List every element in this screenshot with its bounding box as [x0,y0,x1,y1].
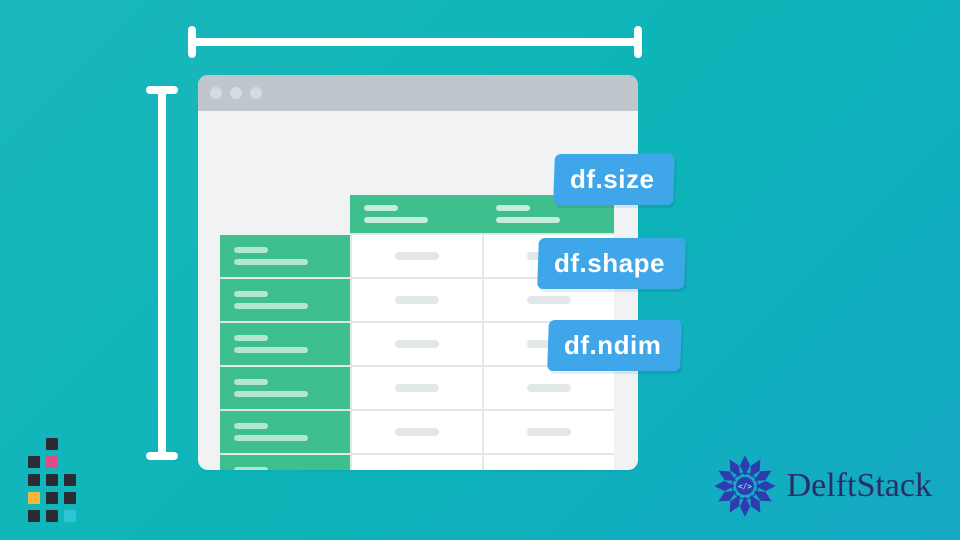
data-cell [350,411,482,455]
data-cell [350,279,482,323]
brand-mandala-icon: </> </> [713,454,777,518]
label-text: df.size [570,164,654,195]
label-text: df.ndim [564,330,661,361]
label-df-shape: df.shape [537,238,686,289]
secondary-logo-icon [28,458,82,522]
data-cell [350,235,482,279]
ruler-cap [634,26,642,58]
data-cell [350,455,482,470]
label-text: df.shape [554,248,665,279]
height-ruler [152,88,172,458]
window-dot-icon [230,87,242,99]
brand-lockup: </> </> [713,454,932,518]
column-header [350,195,482,235]
index-column [220,235,350,470]
window-dot-icon [250,87,262,99]
data-cell [350,367,482,411]
data-cell [350,323,482,367]
data-cell [482,367,614,411]
brand-name: DelftStack [787,467,932,505]
index-cell [220,323,350,367]
ruler-bar [158,88,166,458]
window-dot-icon [210,87,222,99]
window-titlebar [198,75,638,111]
label-df-ndim: df.ndim [547,320,682,371]
data-column [350,195,482,470]
svg-text:</>: </> [738,482,752,491]
data-cell [482,411,614,455]
data-cell [482,455,614,470]
ruler-bar [190,38,640,46]
index-cell [220,367,350,411]
index-cell [220,235,350,279]
width-ruler [190,30,640,50]
index-cell [220,411,350,455]
ruler-cap [146,452,178,460]
index-cell [220,455,350,470]
label-df-size: df.size [553,154,675,205]
index-cell [220,279,350,323]
